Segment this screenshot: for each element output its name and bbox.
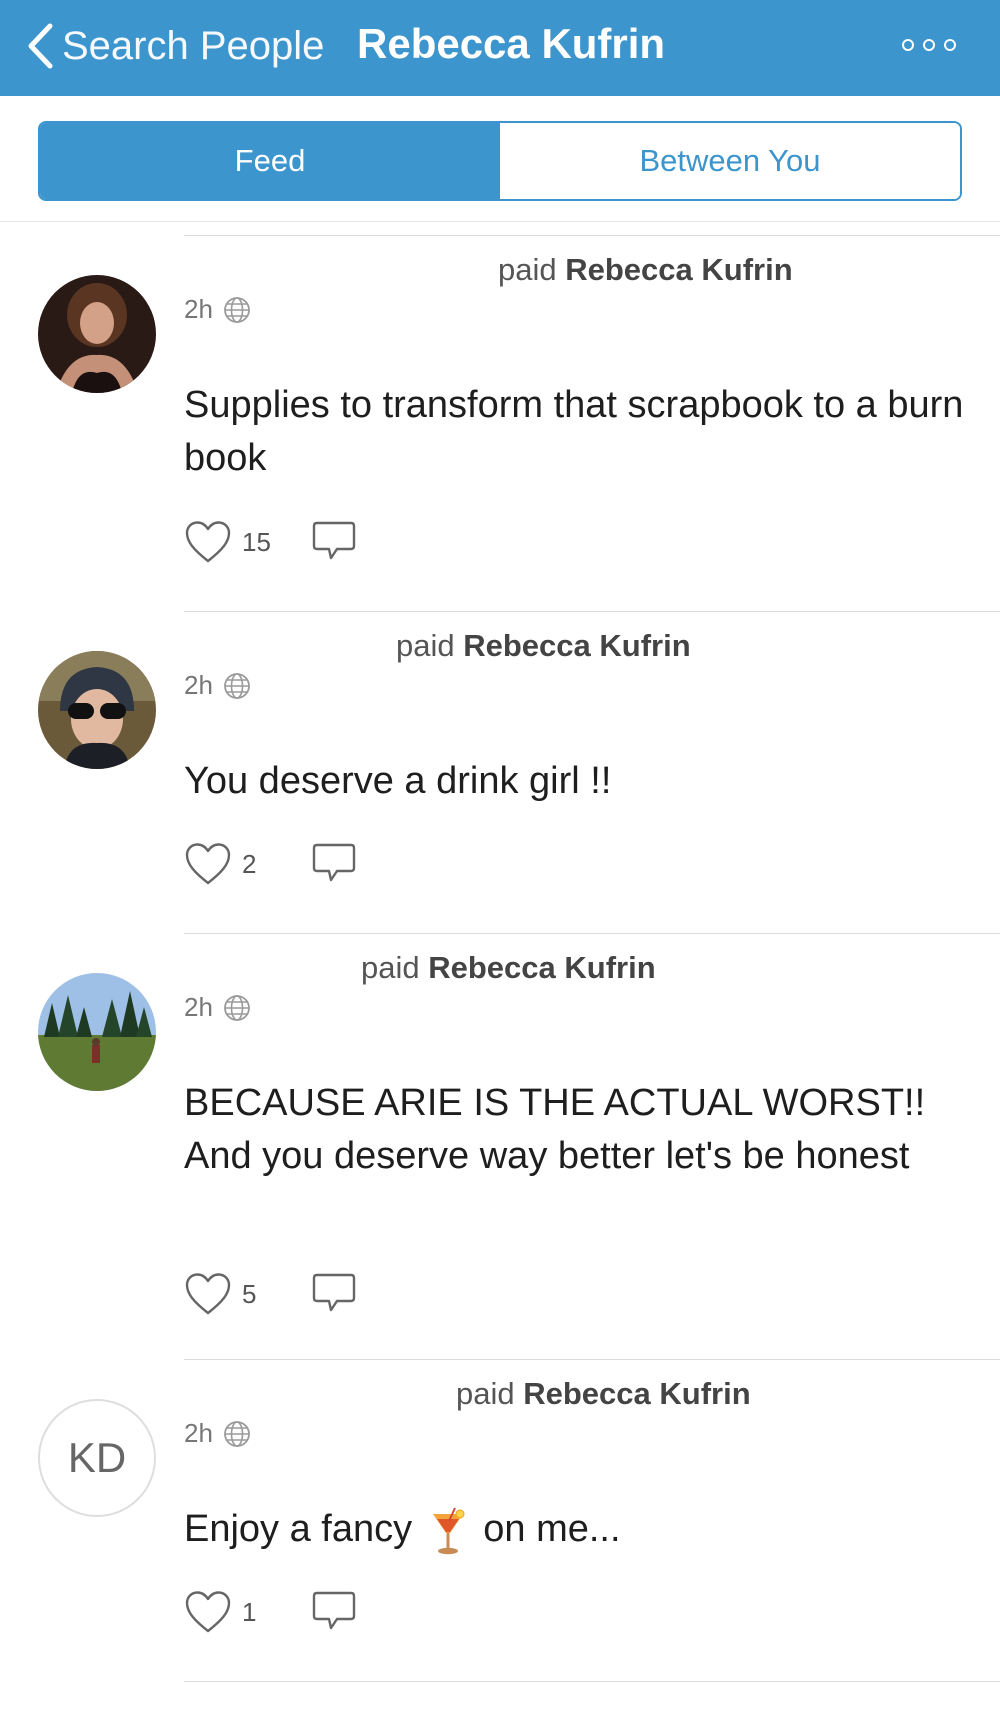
globe-icon (224, 296, 250, 323)
tab-between-you[interactable]: Between You (500, 123, 960, 199)
post-meta: 2h (184, 670, 251, 701)
message-text-after-emoji: on me... (483, 1508, 621, 1550)
recipient-name[interactable]: Rebecca Kufrin (463, 628, 690, 663)
like-count: 15 (242, 526, 271, 557)
avatar[interactable] (38, 973, 156, 1091)
avatar-photo (38, 651, 156, 769)
action-text: paid (456, 1376, 515, 1411)
nav-bar: Search People Rebecca Kufrin (0, 0, 1000, 96)
avatar[interactable]: KD (38, 1399, 156, 1517)
post-message: BECAUSE ARIE IS THE ACTUAL WORST!! And y… (184, 1082, 926, 1177)
post-actions: 15 (184, 520, 356, 564)
more-options-icon[interactable] (902, 30, 956, 60)
comment-icon (312, 1591, 356, 1630)
timestamp: 2h (184, 1418, 213, 1448)
avatar-photo (38, 275, 156, 393)
post-headline: paid Rebecca Kufrin (361, 950, 656, 986)
tropical-drink-icon (432, 1507, 465, 1555)
comment-icon (312, 521, 356, 560)
action-text: paid (396, 628, 455, 663)
like-button[interactable]: 1 (184, 1590, 256, 1634)
post-meta: 2h (184, 294, 251, 325)
like-count: 1 (242, 1596, 257, 1627)
action-text: paid (361, 950, 420, 985)
like-count: 2 (242, 848, 257, 879)
like-button[interactable]: 5 (184, 1272, 256, 1316)
action-text: paid (498, 252, 557, 287)
post-meta: 2h (184, 992, 251, 1023)
chevron-left-icon (28, 23, 53, 69)
comment-button[interactable] (311, 842, 357, 891)
comment-button[interactable] (311, 520, 357, 569)
timestamp: 2h (184, 294, 213, 324)
avatar[interactable] (38, 275, 156, 393)
back-button[interactable]: Search People (26, 16, 324, 76)
recipient-name[interactable]: Rebecca Kufrin (565, 252, 792, 287)
heart-icon (185, 521, 231, 563)
post-divider (184, 1681, 1000, 1682)
tab-feed[interactable]: Feed (40, 123, 500, 199)
globe-icon (224, 994, 250, 1021)
comment-icon (312, 843, 356, 882)
post-divider (184, 611, 1000, 612)
post-message: You deserve a drink girl !! (184, 760, 612, 802)
post-meta: 2h (184, 1418, 251, 1449)
post-message: Supplies to transform that scrapbook to … (184, 384, 964, 479)
comment-icon (312, 1273, 356, 1312)
back-label: Search People (62, 23, 325, 68)
avatar-initials: KD (67, 1434, 127, 1481)
comment-button[interactable] (311, 1272, 357, 1321)
recipient-name[interactable]: Rebecca Kufrin (428, 950, 655, 985)
like-button[interactable]: 15 (184, 520, 271, 564)
header-divider (0, 221, 1000, 222)
recipient-name[interactable]: Rebecca Kufrin (523, 1376, 750, 1411)
page-title: Rebecca Kufrin (357, 20, 666, 67)
post-actions: 2 (184, 842, 356, 886)
comment-button[interactable] (311, 1590, 357, 1639)
post-message: Enjoy a fancy on me... (184, 1503, 974, 1556)
avatar-photo (38, 973, 156, 1091)
heart-icon (185, 1273, 231, 1315)
globe-icon (224, 1420, 250, 1447)
segmented-control: Feed Between You (38, 121, 962, 201)
feed-divider (184, 235, 1000, 236)
post-divider (184, 933, 1000, 934)
post-actions: 5 (184, 1272, 356, 1316)
post-headline: paid Rebecca Kufrin (456, 1376, 751, 1412)
heart-icon (185, 843, 231, 885)
heart-icon (185, 1591, 231, 1633)
globe-icon (224, 672, 250, 699)
post-headline: paid Rebecca Kufrin (498, 252, 793, 288)
post-divider (184, 1359, 1000, 1360)
post-actions: 1 (184, 1590, 356, 1634)
like-count: 5 (242, 1278, 257, 1309)
like-button[interactable]: 2 (184, 842, 256, 886)
message-text-before-emoji: Enjoy a fancy (184, 1508, 413, 1550)
timestamp: 2h (184, 992, 213, 1022)
post-headline: paid Rebecca Kufrin (396, 628, 691, 664)
timestamp: 2h (184, 670, 213, 700)
avatar[interactable] (38, 651, 156, 769)
